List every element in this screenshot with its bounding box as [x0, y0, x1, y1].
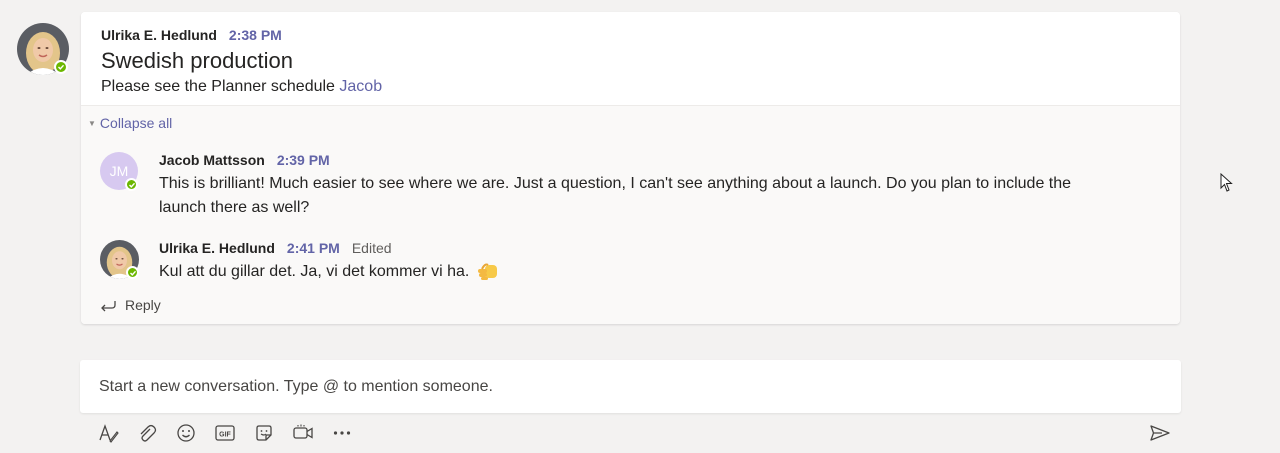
post-body-text: Please see the Planner schedule	[101, 78, 340, 95]
reply-meta: Jacob Mattsson 2:39 PM	[159, 152, 330, 168]
reply-author-avatar[interactable]: JM	[100, 152, 138, 191]
emoji-button[interactable]	[174, 421, 198, 445]
svg-text:GIF: GIF	[219, 432, 231, 439]
reply-message-text: Kul att du gillar det. Ja, vi det kommer…	[159, 263, 474, 280]
attach-button[interactable]	[135, 421, 159, 445]
reply-author-name[interactable]: Jacob Mattsson	[159, 152, 265, 168]
presence-available-icon	[125, 178, 138, 191]
reply-author-name[interactable]: Ulrika E. Hedlund	[159, 240, 275, 256]
post-timestamp: 2:38 PM	[228, 27, 282, 43]
format-button[interactable]	[96, 421, 120, 445]
sticker-icon	[256, 425, 272, 441]
post-author-avatar[interactable]	[17, 23, 69, 75]
compose-toolbar: GIF	[96, 420, 354, 446]
conversation-card: Ulrika E. Hedlund 2:38 PM Swedish produc…	[81, 12, 1180, 324]
format-icon	[99, 424, 119, 443]
mouse-cursor-icon	[1220, 173, 1233, 192]
reply-timestamp: 2:41 PM	[286, 240, 340, 256]
reply-label: Reply	[125, 297, 161, 313]
presence-available-icon	[126, 266, 139, 279]
reply-author-avatar[interactable]	[100, 240, 139, 279]
reply-thread: ▼ Collapse all JM Jacob Mattsson 2:39 PM…	[81, 106, 1180, 324]
reply-meta: Ulrika E. Hedlund 2:41 PM Edited	[159, 240, 392, 256]
compose-box	[80, 360, 1181, 413]
thumbs-up-emoji-icon	[477, 263, 497, 280]
post-meta: Ulrika E. Hedlund 2:38 PM	[101, 27, 282, 43]
meet-now-icon	[293, 424, 313, 439]
new-conversation-input[interactable]	[99, 360, 1159, 413]
gif-button[interactable]: GIF	[213, 421, 237, 445]
send-icon	[1150, 425, 1170, 441]
emoji-icon	[177, 424, 195, 442]
presence-available-icon	[54, 60, 68, 74]
attach-icon	[140, 424, 157, 442]
avatar-initials: JM	[109, 163, 129, 179]
post-author-name[interactable]: Ulrika E. Hedlund	[101, 27, 217, 43]
mention-jacob[interactable]: Jacob	[339, 78, 382, 95]
reply-message-line: launch there as well?	[159, 199, 310, 216]
collapse-all-label: Collapse all	[99, 115, 173, 131]
reply-message: This is brilliant! Much easier to see wh…	[159, 172, 1071, 220]
edited-label: Edited	[351, 240, 392, 256]
reply-message-line: This is brilliant! Much easier to see wh…	[159, 175, 1072, 192]
reply-button[interactable]: Reply	[99, 297, 161, 313]
collapse-all-button[interactable]: ▼ Collapse all	[88, 115, 172, 131]
gif-icon: GIF	[215, 425, 235, 441]
reply-timestamp: 2:39 PM	[276, 152, 330, 168]
more-options-button[interactable]	[330, 421, 354, 445]
reply-arrow-icon	[101, 301, 116, 312]
send-button[interactable]	[1148, 421, 1172, 445]
post-header: Ulrika E. Hedlund 2:38 PM Swedish produc…	[81, 12, 1180, 106]
sticker-button[interactable]	[252, 421, 276, 445]
post-body: Please see the Planner schedule Jacob	[101, 75, 382, 99]
caret-down-icon: ▼	[88, 118, 96, 128]
more-options-icon	[333, 431, 351, 435]
meet-now-button[interactable]	[291, 421, 315, 445]
post-subject: Swedish production	[101, 48, 294, 73]
reply-message: Kul att du gillar det. Ja, vi det kommer…	[159, 260, 498, 284]
